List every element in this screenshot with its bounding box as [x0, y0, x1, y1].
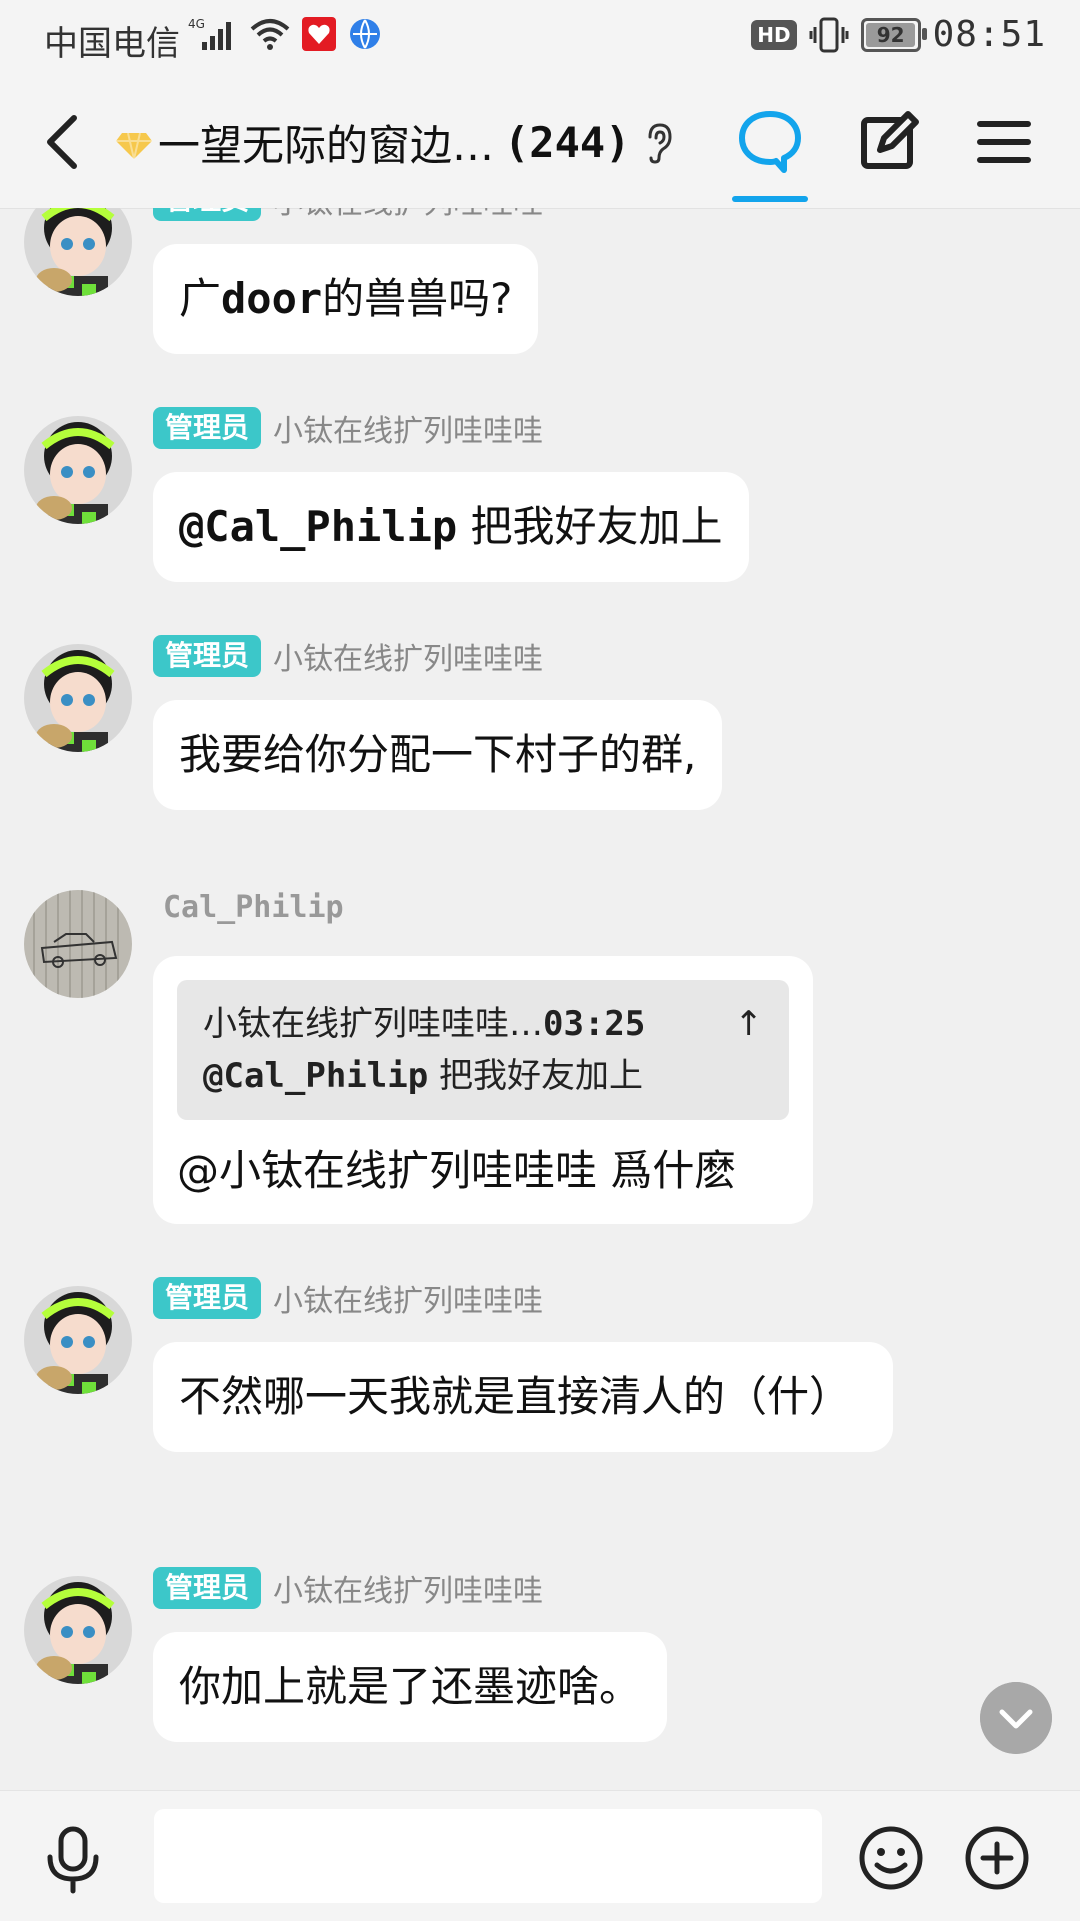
message-list[interactable]: 管理员 小钛在线扩列哇哇哇 广door的兽兽吗? 管理员 小钛在线扩列哇哇哇 @… [0, 208, 1080, 1790]
message-text: @小钛在线扩列哇哇哇 爲什麽 [177, 1146, 737, 1195]
avatar[interactable] [24, 1576, 132, 1684]
quote-author: 小钛在线扩列哇哇哇… [203, 1004, 543, 1044]
sender-name[interactable]: Cal_Philip [163, 890, 344, 925]
mention-link[interactable]: @Cal_Philip [179, 502, 457, 551]
sender-name[interactable]: 小钛在线扩列哇哇哇 [273, 406, 543, 450]
status-icons-right: HD 92 08:51 [751, 14, 1046, 55]
message-text: 的兽兽吗? [322, 274, 513, 323]
avatar[interactable] [24, 890, 132, 998]
avatar[interactable] [24, 208, 132, 296]
clock: 08:51 [932, 14, 1046, 55]
message-bubble[interactable]: 你加上就是了还墨迹啥。 [153, 1632, 668, 1742]
back-icon[interactable] [36, 110, 96, 174]
active-tab-indicator [732, 196, 808, 202]
browser-notification-icon [350, 19, 380, 49]
message-bubble[interactable]: @Cal_Philip 把我好友加上 [153, 472, 749, 582]
sender-name[interactable]: 小钛在线扩列哇哇哇 [273, 1276, 543, 1320]
message-input-bar [0, 1790, 1080, 1921]
vibrate-icon [809, 17, 849, 52]
message-meta: 管理员 小钛在线扩列哇哇哇 [153, 1566, 543, 1610]
admin-badge: 管理员 [153, 208, 262, 221]
signal-icon: 4G [188, 17, 231, 50]
member-count: (244) [504, 118, 631, 167]
chat-header: 一望无际的窗边… (244) [0, 76, 1080, 209]
status-bar: 中国电信 4G HD 92 08:51 [0, 0, 1080, 76]
chat-bubble-icon[interactable] [734, 106, 806, 178]
quoted-message[interactable]: 小钛在线扩列哇哇哇…03:25 ↑ @Cal_Philip 把我好友加上 [177, 980, 789, 1120]
battery-level: 92 [876, 22, 905, 47]
message-meta: 管理员 小钛在线扩列哇哇哇 [153, 634, 543, 678]
status-icons-left: 4G [188, 16, 382, 52]
hd-badge: HD [751, 19, 797, 50]
message-bubble[interactable]: 我要给你分配一下村子的群, [153, 700, 723, 810]
admin-badge: 管理员 [153, 407, 262, 449]
carrier-label: 中国电信 [44, 24, 180, 64]
message-input[interactable] [154, 1809, 822, 1903]
edit-icon[interactable] [854, 106, 926, 178]
message-text: 广 [179, 274, 222, 323]
message-text: 把我好友加上 [457, 502, 723, 551]
quote-text: 把我好友加上 [428, 1056, 643, 1096]
plus-icon[interactable] [964, 1825, 1030, 1891]
quote-mention: @Cal_Philip [203, 1056, 429, 1096]
avatar[interactable] [24, 644, 132, 752]
message-meta: 管理员 小钛在线扩列哇哇哇 [153, 208, 543, 222]
group-title-area[interactable]: 一望无际的窗边… (244) [114, 112, 676, 173]
sender-name[interactable]: 小钛在线扩列哇哇哇 [273, 1566, 543, 1610]
message-text: 不然哪一天我就是直接清人的（什） [179, 1372, 852, 1421]
battery-indicator: 92 [860, 17, 927, 52]
avatar[interactable] [24, 1286, 132, 1394]
message-meta: 管理员 小钛在线扩列哇哇哇 [153, 406, 543, 450]
emoji-icon[interactable] [858, 1825, 924, 1891]
group-title: 一望无际的窗边… [158, 121, 495, 170]
sender-name[interactable]: 小钛在线扩列哇哇哇 [273, 208, 543, 222]
message-bubble[interactable]: 小钛在线扩列哇哇哇…03:25 ↑ @Cal_Philip 把我好友加上 @小钛… [153, 956, 813, 1224]
menu-icon[interactable] [968, 106, 1040, 178]
quote-time: 03:25 [543, 1004, 646, 1044]
wifi-icon [250, 19, 290, 50]
microphone-icon[interactable] [42, 1825, 104, 1895]
jump-to-original-icon[interactable]: ↑ [735, 998, 764, 1050]
message-meta: 管理员 小钛在线扩列哇哇哇 [153, 1276, 543, 1320]
network-type-label: 4G [188, 17, 205, 31]
admin-badge: 管理员 [153, 1277, 262, 1319]
avatar[interactable] [24, 416, 132, 524]
message-text: 我要给你分配一下村子的群, [179, 730, 697, 779]
message-bubble[interactable]: 不然哪一天我就是直接清人的（什） [153, 1342, 893, 1452]
sender-name[interactable]: 小钛在线扩列哇哇哇 [273, 634, 543, 678]
message-bubble[interactable]: 广door的兽兽吗? [153, 244, 539, 354]
app-notification-icon [302, 17, 336, 51]
scroll-to-bottom-button[interactable] [980, 1682, 1052, 1754]
admin-badge: 管理员 [153, 635, 262, 677]
message-meta: Cal_Philip [153, 890, 344, 925]
gem-icon [116, 132, 152, 159]
message-text: 你加上就是了还墨迹啥。 [179, 1662, 642, 1711]
message-text: door [221, 274, 323, 323]
ear-icon [648, 122, 672, 164]
admin-badge: 管理员 [153, 1567, 262, 1609]
